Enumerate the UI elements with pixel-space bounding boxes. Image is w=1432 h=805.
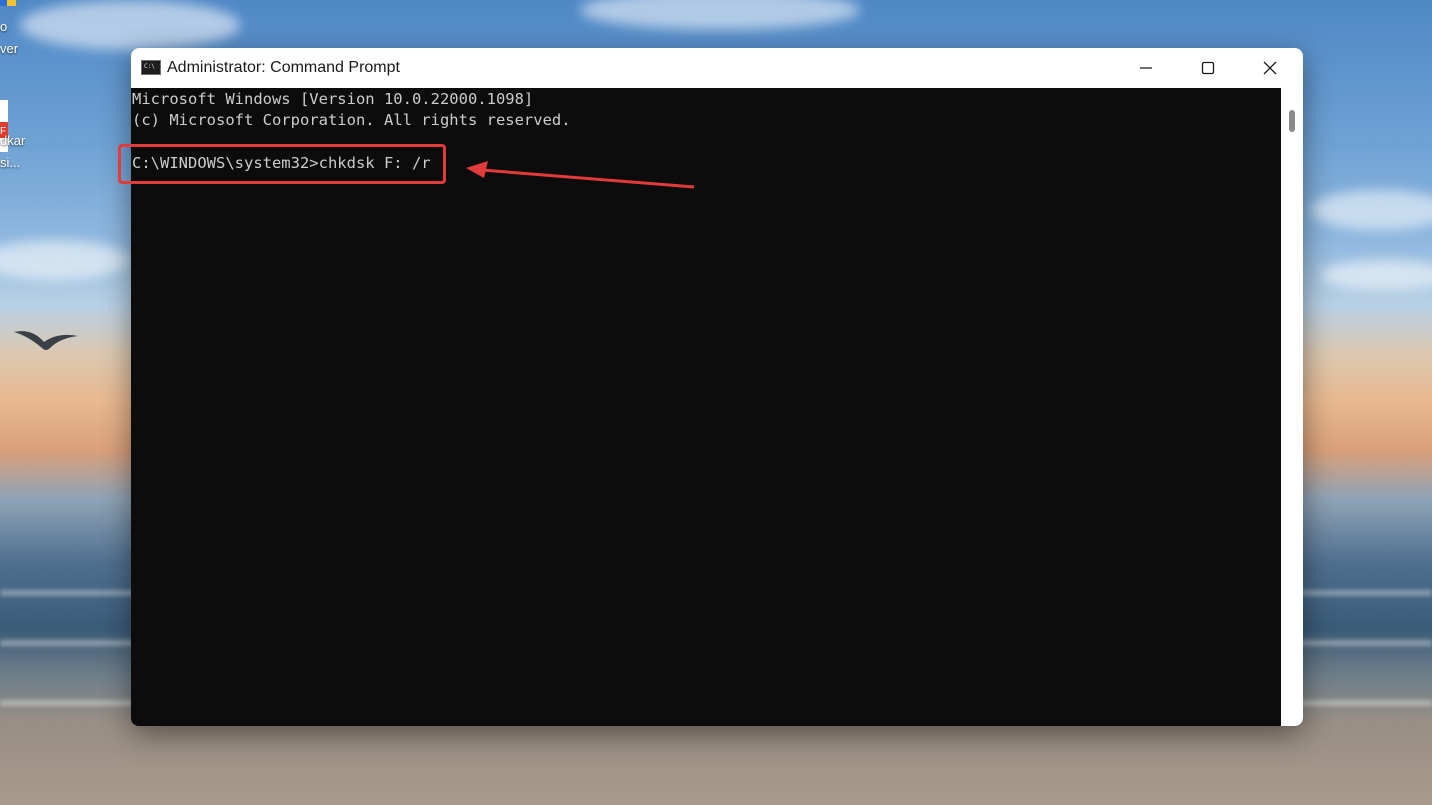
maximize-icon — [1201, 61, 1215, 75]
close-icon — [1263, 61, 1277, 75]
cloud — [20, 0, 240, 50]
window-title: Administrator: Command Prompt — [167, 59, 400, 76]
desktop-icon-pdf[interactable]: F dkar si... — [0, 100, 40, 174]
scrollbar-thumb[interactable] — [1289, 110, 1295, 132]
cloud — [580, 0, 860, 30]
console-line: (c) Microsoft Corporation. All rights re… — [132, 111, 571, 129]
pdf-file-icon: F — [0, 100, 16, 152]
close-button[interactable] — [1239, 48, 1301, 88]
console-line: Microsoft Windows [Version 10.0.22000.10… — [132, 90, 534, 108]
title-bar[interactable]: C:\ Administrator: Command Prompt — [131, 48, 1303, 88]
cloud — [0, 240, 130, 280]
maximize-button[interactable] — [1177, 48, 1239, 88]
annotation-arrow-icon — [466, 161, 695, 189]
seagull — [14, 331, 78, 350]
desktop-icon-label: si... — [0, 155, 21, 170]
vertical-scrollbar[interactable] — [1281, 88, 1303, 726]
cmd-icon: C:\ — [141, 60, 161, 75]
command-highlight-box — [118, 144, 446, 184]
desktop-icon-label: ver — [0, 41, 19, 56]
desktop-icon-app[interactable]: o ver — [0, 0, 40, 60]
desktop-icon-label: dkar — [0, 133, 26, 148]
cloud — [1320, 260, 1432, 290]
minimize-icon — [1140, 67, 1152, 69]
desktop-icon-label: o — [0, 19, 8, 34]
cloud — [1310, 190, 1432, 230]
minimize-button[interactable] — [1115, 48, 1177, 88]
